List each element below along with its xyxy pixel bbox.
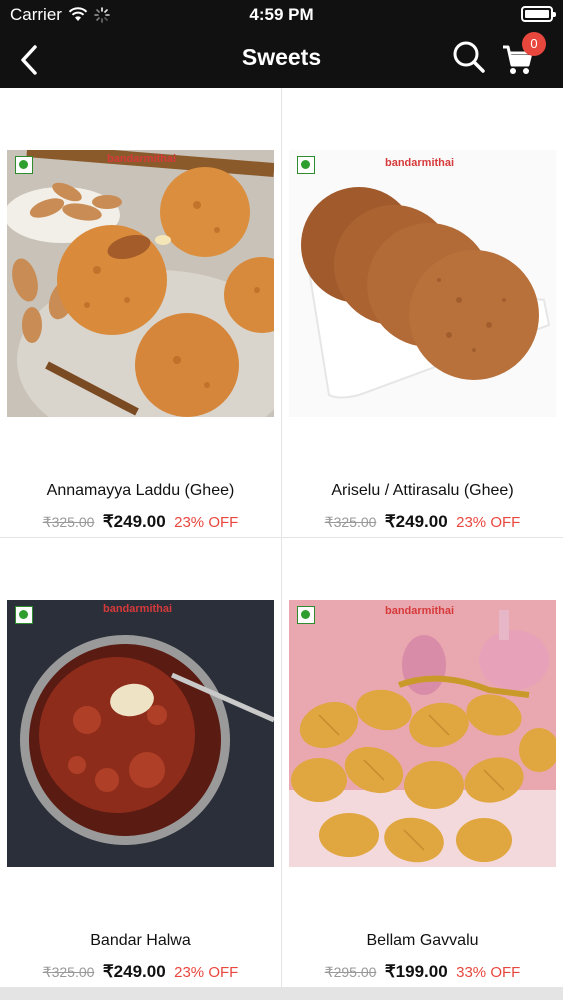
veg-indicator-icon	[297, 156, 315, 174]
svg-text:bandarmithai: bandarmithai	[107, 153, 176, 165]
battery-icon	[521, 6, 556, 22]
product-name: Annamayya Laddu (Ghee)	[46, 482, 235, 499]
search-icon	[453, 41, 485, 73]
product-card[interactable]: bandarmithai Annamayya Laddu (Ghee) ₹325…	[0, 88, 281, 537]
chevron-left-icon	[21, 45, 37, 75]
product-grid: bandarmithai Annamayya Laddu (Ghee) ₹325…	[0, 88, 563, 1000]
back-button[interactable]	[18, 40, 58, 80]
status-time: 4:59 PM	[249, 5, 314, 24]
product-image: bandarmithai	[7, 150, 274, 417]
search-button[interactable]	[452, 40, 490, 78]
product-image: bandarmithai	[289, 600, 556, 867]
discount-label: 23% OFF	[174, 514, 239, 531]
original-price: ₹295.00	[324, 964, 377, 980]
discount-label: 33% OFF	[456, 964, 521, 981]
price-row: ₹295.00 ₹199.00 33% OFF	[282, 962, 563, 982]
veg-indicator-icon	[15, 606, 33, 624]
original-price: ₹325.00	[42, 964, 95, 980]
price-row: ₹325.00 ₹249.00 23% OFF	[0, 962, 281, 982]
sale-price: ₹199.00	[384, 962, 448, 981]
svg-text:bandarmithai: bandarmithai	[385, 157, 454, 169]
veg-indicator-icon	[297, 606, 315, 624]
cart-count-badge: 0	[522, 32, 546, 56]
navigation-bar: Sweets 0	[0, 30, 563, 88]
price-row: ₹325.00 ₹249.00 23% OFF	[0, 512, 281, 532]
svg-text:bandarmithai: bandarmithai	[103, 603, 172, 615]
sale-price: ₹249.00	[102, 512, 166, 531]
sale-price: ₹249.00	[102, 962, 166, 981]
price-row: ₹325.00 ₹249.00 23% OFF	[282, 512, 563, 532]
original-price: ₹325.00	[42, 514, 95, 530]
product-name: Bandar Halwa	[90, 932, 191, 949]
product-name: Ariselu / Attirasalu (Ghee)	[331, 482, 514, 499]
product-name: Bellam Gavvalu	[366, 932, 479, 949]
sale-price: ₹249.00	[384, 512, 448, 531]
veg-indicator-icon	[15, 156, 33, 174]
product-card[interactable]: bandarmithai Bandar Halwa ₹325.00 ₹249.0…	[0, 538, 281, 987]
product-card[interactable]: bandarmithai Ariselu / Attirasalu (Ghee)…	[282, 88, 563, 537]
original-price: ₹325.00	[324, 514, 377, 530]
cart-button[interactable]: 0	[502, 32, 546, 80]
product-image: bandarmithai	[289, 150, 556, 417]
status-bar: Carrier 4:59 PM	[0, 0, 563, 30]
discount-label: 23% OFF	[456, 514, 521, 531]
product-card[interactable]: bandarmithai Bellam Gavvalu ₹295.00 ₹199…	[282, 538, 563, 987]
svg-text:bandarmithai: bandarmithai	[385, 605, 454, 617]
product-image: bandarmithai	[7, 600, 274, 867]
discount-label: 23% OFF	[174, 964, 239, 981]
